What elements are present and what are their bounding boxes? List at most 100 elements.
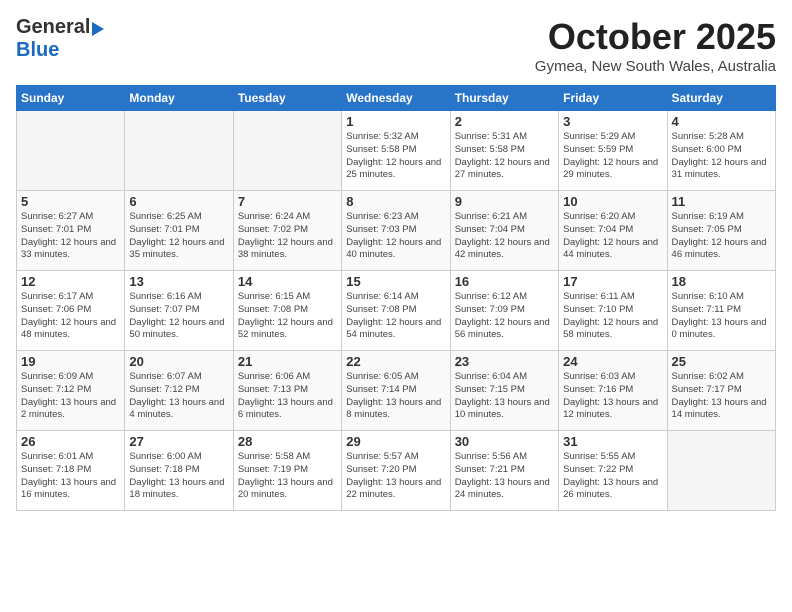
day-info: Sunrise: 6:15 AMSunset: 7:08 PMDaylight:… [238,291,337,342]
calendar-day-cell: 29Sunrise: 5:57 AMSunset: 7:20 PMDayligh… [342,431,450,511]
logo-arrow-icon [92,22,104,36]
calendar-day-cell: 19 Sunrise: 6:09 AMSunset: 7:12 PMDayligh… [17,351,125,431]
calendar-day-cell: 28 Sunrise: 5:58 AMSunset: 7:19 PMDayligh… [233,431,341,511]
day-info: Sunrise: 6:25 AMSunset: 7:01 PMDaylight:… [129,211,228,262]
day-info: Sunrise: 5:56 AMSunset: 7:21 PMDaylight:… [455,451,554,502]
calendar-day-cell: 26Sunrise: 6:01 AMSunset: 7:18 PMDayligh… [17,431,125,511]
day-info: Sunrise: 6:02 AMSunset: 7:17 PMDaylight:… [672,371,771,422]
calendar-week-row: 1 Sunrise: 5:32 AMSunset: 5:58 PMDaylight… [17,111,776,191]
day-number: 25 [672,354,771,369]
calendar-day-cell: 21 Sunrise: 6:06 AMSunset: 7:13 PMDayligh… [233,351,341,431]
day-info: Sunrise: 6:04 AMSunset: 7:15 PMDaylight:… [455,371,554,422]
day-info: Sunrise: 5:58 AMSunset: 7:19 PMDaylight:… [238,451,337,502]
calendar-day-cell: 17 Sunrise: 6:11 AMSunset: 7:10 PMDayligh… [559,271,667,351]
day-info: Sunrise: 6:05 AMSunset: 7:14 PMDaylight:… [346,371,445,422]
weekday-header: Friday [559,86,667,111]
day-number: 12 [21,274,120,289]
day-number: 14 [238,274,337,289]
day-number: 19 [21,354,120,369]
day-info: Sunrise: 6:00 AMSunset: 7:18 PMDaylight:… [129,451,228,502]
day-number: 16 [455,274,554,289]
calendar-day-cell: 15 Sunrise: 6:14 AMSunset: 7:08 PMDayligh… [342,271,450,351]
day-number: 17 [563,274,662,289]
day-number: 10 [563,194,662,209]
calendar-day-cell: 2Sunrise: 5:31 AMSunset: 5:58 PMDaylight… [450,111,558,191]
day-info: Sunrise: 5:55 AMSunset: 7:22 PMDaylight:… [563,451,662,502]
day-info: Sunrise: 5:32 AMSunset: 5:58 PMDaylight:… [346,131,445,182]
calendar-day-cell: 5 Sunrise: 6:27 AMSunset: 7:01 PMDaylight… [17,191,125,271]
day-info: Sunrise: 6:09 AMSunset: 7:12 PMDaylight:… [21,371,120,422]
day-number: 1 [346,114,445,129]
weekday-header: Saturday [667,86,775,111]
weekday-header-row: SundayMondayTuesdayWednesdayThursdayFrid… [17,86,776,111]
day-number: 18 [672,274,771,289]
calendar-week-row: 26Sunrise: 6:01 AMSunset: 7:18 PMDayligh… [17,431,776,511]
day-number: 11 [672,194,771,209]
calendar-day-cell: 30 Sunrise: 5:56 AMSunset: 7:21 PMDayligh… [450,431,558,511]
day-info: Sunrise: 5:31 AMSunset: 5:58 PMDaylight:… [455,131,554,182]
day-number: 8 [346,194,445,209]
day-number: 24 [563,354,662,369]
day-number: 30 [455,434,554,449]
calendar-day-cell: 31 Sunrise: 5:55 AMSunset: 7:22 PMDayligh… [559,431,667,511]
calendar-week-row: 5 Sunrise: 6:27 AMSunset: 7:01 PMDaylight… [17,191,776,271]
weekday-header: Sunday [17,86,125,111]
day-number: 22 [346,354,445,369]
calendar-table: SundayMondayTuesdayWednesdayThursdayFrid… [16,85,776,511]
day-number: 28 [238,434,337,449]
calendar-day-cell: 1 Sunrise: 5:32 AMSunset: 5:58 PMDaylight… [342,111,450,191]
calendar-day-cell: 27 Sunrise: 6:00 AMSunset: 7:18 PMDayligh… [125,431,233,511]
day-number: 21 [238,354,337,369]
day-info: Sunrise: 6:11 AMSunset: 7:10 PMDaylight:… [563,291,662,342]
day-number: 27 [129,434,228,449]
day-number: 29 [346,434,445,449]
calendar-day-cell: 14 Sunrise: 6:15 AMSunset: 7:08 PMDayligh… [233,271,341,351]
day-number: 6 [129,194,228,209]
calendar-day-cell [667,431,775,511]
calendar-day-cell: 25 Sunrise: 6:02 AMSunset: 7:17 PMDayligh… [667,351,775,431]
day-info: Sunrise: 6:01 AMSunset: 7:18 PMDaylight:… [21,451,120,502]
calendar-day-cell: 23 Sunrise: 6:04 AMSunset: 7:15 PMDayligh… [450,351,558,431]
day-info: Sunrise: 6:14 AMSunset: 7:08 PMDaylight:… [346,291,445,342]
page-header: General Blue October 2025 Gymea, New Sou… [16,16,776,75]
calendar-day-cell [125,111,233,191]
day-number: 3 [563,114,662,129]
day-number: 13 [129,274,228,289]
day-number: 20 [129,354,228,369]
day-number: 7 [238,194,337,209]
weekday-header: Tuesday [233,86,341,111]
day-info: Sunrise: 6:27 AMSunset: 7:01 PMDaylight:… [21,211,120,262]
weekday-header: Wednesday [342,86,450,111]
day-number: 31 [563,434,662,449]
day-number: 5 [21,194,120,209]
day-info: Sunrise: 6:21 AMSunset: 7:04 PMDaylight:… [455,211,554,262]
calendar-day-cell: 3 Sunrise: 5:29 AMSunset: 5:59 PMDaylight… [559,111,667,191]
calendar-day-cell: 22 Sunrise: 6:05 AMSunset: 7:14 PMDayligh… [342,351,450,431]
calendar-day-cell: 13Sunrise: 6:16 AMSunset: 7:07 PMDayligh… [125,271,233,351]
calendar-day-cell: 11 Sunrise: 6:19 AMSunset: 7:05 PMDayligh… [667,191,775,271]
calendar-day-cell: 18Sunrise: 6:10 AMSunset: 7:11 PMDayligh… [667,271,775,351]
day-info: Sunrise: 6:24 AMSunset: 7:02 PMDaylight:… [238,211,337,262]
day-info: Sunrise: 6:07 AMSunset: 7:12 PMDaylight:… [129,371,228,422]
day-info: Sunrise: 6:20 AMSunset: 7:04 PMDaylight:… [563,211,662,262]
title-area: October 2025 Gymea, New South Wales, Aus… [535,16,776,75]
weekday-header: Monday [125,86,233,111]
day-info: Sunrise: 6:03 AMSunset: 7:16 PMDaylight:… [563,371,662,422]
calendar-day-cell: 20 Sunrise: 6:07 AMSunset: 7:12 PMDayligh… [125,351,233,431]
logo-general: General [16,16,90,39]
calendar-week-row: 12 Sunrise: 6:17 AMSunset: 7:06 PMDayligh… [17,271,776,351]
day-number: 4 [672,114,771,129]
weekday-header: Thursday [450,86,558,111]
day-info: Sunrise: 6:19 AMSunset: 7:05 PMDaylight:… [672,211,771,262]
day-number: 23 [455,354,554,369]
day-number: 15 [346,274,445,289]
calendar-day-cell: 24 Sunrise: 6:03 AMSunset: 7:16 PMDayligh… [559,351,667,431]
calendar-day-cell [17,111,125,191]
day-number: 9 [455,194,554,209]
day-info: Sunrise: 5:29 AMSunset: 5:59 PMDaylight:… [563,131,662,182]
day-info: Sunrise: 6:17 AMSunset: 7:06 PMDaylight:… [21,291,120,342]
calendar-day-cell: 9 Sunrise: 6:21 AMSunset: 7:04 PMDaylight… [450,191,558,271]
logo: General Blue [16,16,104,62]
day-info: Sunrise: 6:06 AMSunset: 7:13 PMDaylight:… [238,371,337,422]
calendar-day-cell: 12 Sunrise: 6:17 AMSunset: 7:06 PMDayligh… [17,271,125,351]
